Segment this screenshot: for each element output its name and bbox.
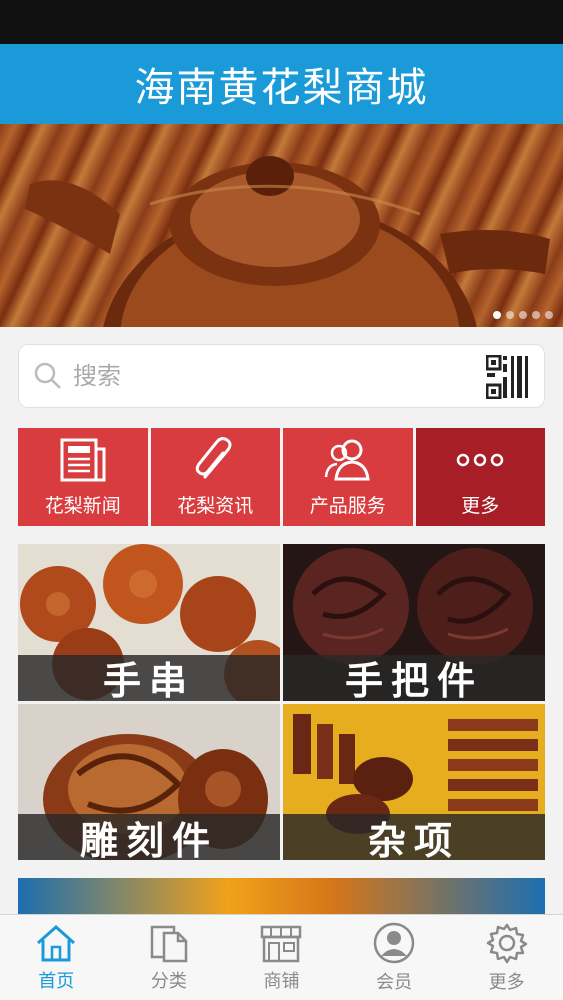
category-handheld[interactable]: 手把件 [283,544,545,701]
qr-scan-icon[interactable] [486,355,530,399]
tab-label: 首页 [38,970,75,992]
tab-categories[interactable]: 分类 [113,915,226,1000]
quick-link-more[interactable]: 更多 [415,428,545,526]
tab-label: 分类 [150,970,187,992]
tab-label: 更多 [488,971,525,993]
quick-link-label: 产品服务 [309,494,386,517]
category-grid: 手串 手把件 雕刻件 杂项 [18,544,545,860]
carousel-dot[interactable] [545,311,553,319]
user-icon [373,922,415,963]
category-bracelet[interactable]: 手串 [18,544,280,701]
quick-link-label: 花梨新闻 [44,494,121,517]
carousel-dots[interactable] [493,311,553,319]
status-bar [0,0,563,44]
carousel-dot[interactable] [493,311,501,319]
quick-link-info[interactable]: 花梨资讯 [150,428,280,526]
app-title: 海南黄花梨商城 [134,65,429,111]
carousel-dot[interactable] [506,311,514,319]
app-header: 海南黄花梨商城 [0,44,563,124]
quick-link-label: 更多 [461,494,500,517]
tab-label: 商铺 [263,970,300,992]
tab-home[interactable]: 首页 [0,915,113,1000]
tab-more[interactable]: 更多 [450,915,563,1000]
quick-link-services[interactable]: 产品服务 [283,428,413,526]
quick-links: 花梨新闻 花梨资讯 产品服务 更多 [18,428,545,526]
home-icon [37,924,76,961]
tab-member[interactable]: 会员 [338,915,451,1000]
search-bar [18,344,545,408]
carousel-dot[interactable] [532,311,540,319]
category-carving[interactable]: 雕刻件 [18,703,280,860]
category-label: 雕刻件 [18,814,280,860]
category-label: 手串 [18,654,280,701]
newspaper-icon [60,438,106,481]
promo-banner-peek[interactable] [18,878,545,918]
category-misc[interactable]: 杂项 [283,703,545,860]
tab-shops[interactable]: 商铺 [225,915,338,1000]
search-icon [34,362,61,389]
storefront-icon [261,925,302,962]
quick-link-news[interactable]: 花梨新闻 [18,428,148,526]
gear-icon [486,923,527,963]
carousel-dot[interactable] [519,311,527,319]
quick-link-label: 花梨资讯 [177,494,254,517]
search-input[interactable] [73,362,453,390]
banner-carousel[interactable] [0,124,563,327]
tab-label: 会员 [376,971,413,993]
more-dots-icon [457,453,504,466]
teapot-image [25,156,550,327]
bottom-tab-bar: 首页 分类 商铺 会员 更多 [0,914,563,1000]
paperclip-icon [196,436,232,478]
category-label: 杂项 [283,814,545,860]
documents-icon [150,925,188,962]
users-icon [324,439,370,480]
category-label: 手把件 [283,654,545,701]
